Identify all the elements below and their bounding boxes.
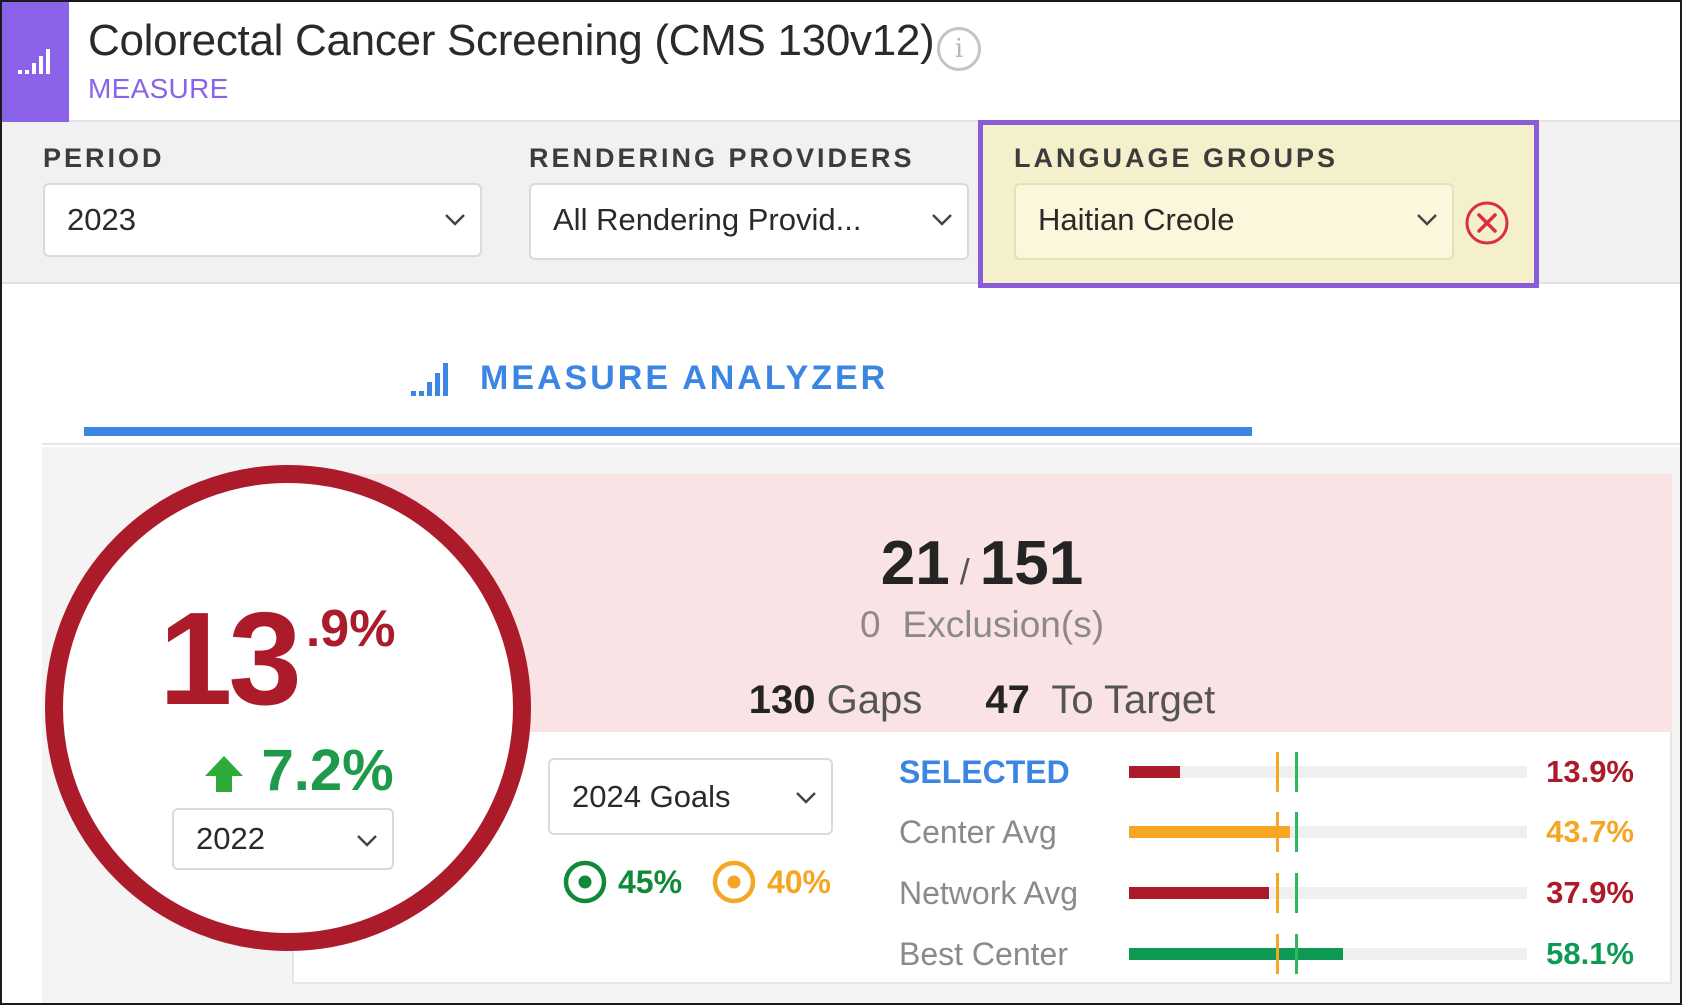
goal-secondary-marker xyxy=(1276,812,1279,852)
chevron-down-icon xyxy=(932,214,952,226)
goal-secondary-marker xyxy=(1276,873,1279,913)
chevron-down-icon xyxy=(445,214,465,226)
gaps-label: Gaps xyxy=(826,678,923,722)
to-target-label: To Target xyxy=(1051,678,1216,722)
tab-bar: MEASURE ANALYZER xyxy=(42,329,1680,445)
exclusions-count: 0 xyxy=(859,604,881,645)
period-label: PERIOD xyxy=(43,143,165,173)
providers-value: All Rendering Provid... xyxy=(553,202,862,237)
comparison-label-best-center: Best Center xyxy=(899,936,1068,972)
page-subtitle: MEASURE xyxy=(88,73,229,104)
measure-badge xyxy=(2,2,69,122)
goal-primary-marker xyxy=(1295,934,1298,974)
compare-year-select[interactable]: 2022 xyxy=(172,808,394,870)
to-target: 47 To Target xyxy=(985,678,1215,723)
app-frame: Colorectal Cancer Screening (CMS 130v12)… xyxy=(2,2,1680,1003)
to-target-count: 47 xyxy=(985,678,1030,722)
score-circle: 13.9% 7.2% 2022 xyxy=(45,465,531,951)
page-title: Colorectal Cancer Screening (CMS 130v12) xyxy=(88,16,935,65)
info-icon[interactable]: i xyxy=(937,27,981,71)
chevron-down-icon xyxy=(1417,214,1437,226)
gaps-count: 130 xyxy=(748,678,816,722)
goal-secondary: 40% xyxy=(711,859,831,905)
period-value: 2023 xyxy=(67,202,136,237)
arrow-up-icon xyxy=(205,756,243,792)
target-icon xyxy=(563,860,607,904)
language-select[interactable]: Haitian Creole xyxy=(1014,183,1454,260)
comparison-label-network-avg: Network Avg xyxy=(899,875,1079,911)
denominator: 151 xyxy=(979,529,1084,598)
bar-fill xyxy=(1129,948,1343,960)
close-circle-icon[interactable] xyxy=(1464,200,1510,246)
score-value: 13.9% xyxy=(159,583,395,734)
providers-label: RENDERING PROVIDERS xyxy=(529,143,915,173)
period-select[interactable]: 2023 xyxy=(43,183,482,257)
goal-secondary-value: 40% xyxy=(766,863,831,900)
bar-fill xyxy=(1129,766,1180,778)
page-header: Colorectal Cancer Screening (CMS 130v12)… xyxy=(2,2,1680,122)
comparison-bar-selected xyxy=(1129,752,1527,792)
score-integer: 13 xyxy=(159,585,302,732)
comparison-bar-center-avg xyxy=(1129,812,1527,852)
bar-fill xyxy=(1129,826,1290,838)
tab-measure-analyzer[interactable]: MEASURE ANALYZER xyxy=(480,359,888,398)
score-delta: 7.2% xyxy=(203,738,394,808)
target-icon xyxy=(712,860,756,904)
comparison-bar-network-avg xyxy=(1129,873,1527,913)
goal-targets: 45% 40% xyxy=(562,859,851,913)
comparison-value-network-avg: 37.9% xyxy=(1546,875,1634,910)
numerator: 21 xyxy=(880,529,950,598)
comparison-bar-best-center xyxy=(1129,934,1527,974)
chevron-down-icon xyxy=(357,835,377,847)
comparison-value-best-center: 58.1% xyxy=(1546,936,1634,971)
goal-primary-marker xyxy=(1295,873,1298,913)
goals-select-value: 2024 Goals xyxy=(572,779,731,814)
goal-primary-marker xyxy=(1295,752,1298,792)
goal-primary-value: 45% xyxy=(618,863,683,900)
score-decimal: .9% xyxy=(305,600,396,658)
exclusions-label: Exclusion(s) xyxy=(902,604,1105,645)
compare-year-value: 2022 xyxy=(196,821,265,856)
goal-primary-marker xyxy=(1295,812,1298,852)
comparison-label-selected: SELECTED xyxy=(899,754,1070,790)
signal-bars-icon xyxy=(411,363,448,396)
delta-value: 7.2% xyxy=(261,738,394,803)
gaps: 130 Gaps xyxy=(749,678,922,723)
goal-primary: 45% xyxy=(562,859,682,905)
goal-secondary-marker xyxy=(1276,752,1279,792)
tab-active-indicator xyxy=(84,427,1252,436)
providers-select[interactable]: All Rendering Provid... xyxy=(529,183,969,260)
language-label: LANGUAGE GROUPS xyxy=(1014,143,1339,173)
comparison-value-center-avg: 43.7% xyxy=(1546,814,1634,849)
goal-secondary-marker xyxy=(1276,934,1279,974)
bar-fill xyxy=(1129,887,1269,899)
signal-bars-icon xyxy=(18,49,50,74)
language-value: Haitian Creole xyxy=(1038,202,1235,237)
ratio-slash: / xyxy=(959,551,970,592)
comparison-value-selected: 13.9% xyxy=(1546,754,1634,789)
comparison-label-center-avg: Center Avg xyxy=(899,814,1057,850)
chevron-down-icon xyxy=(796,792,816,804)
goals-select[interactable]: 2024 Goals xyxy=(548,758,833,835)
